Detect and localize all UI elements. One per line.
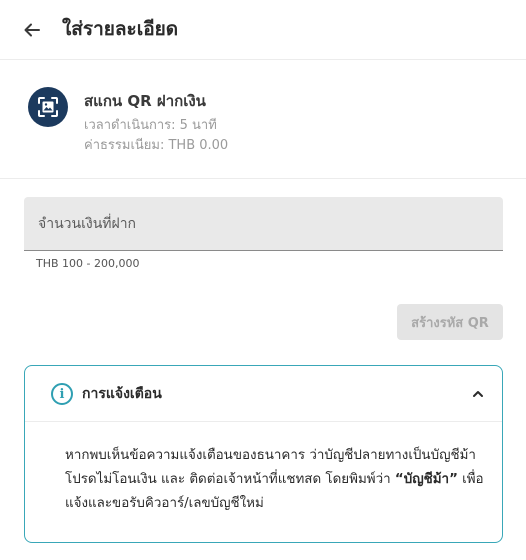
- create-qr-button[interactable]: สร้างรหัส QR: [397, 304, 503, 340]
- qr-scan-icon: [28, 87, 68, 127]
- notice-header[interactable]: i การแจ้งเตือน: [25, 366, 502, 422]
- page-header: ใส่รายละเอียด: [0, 0, 526, 60]
- processing-time: เวลาดำเนินการ: 5 นาที: [84, 118, 217, 133]
- info-icon: i: [51, 383, 73, 405]
- warning-notice: i การแจ้งเตือน หากพบเห็นข้อความแจ้งเตือน…: [24, 365, 503, 543]
- deposit-amount-input[interactable]: [24, 197, 503, 250]
- amount-range-hint: THB 100 - 200,000: [36, 257, 140, 270]
- deposit-amount-field[interactable]: [24, 197, 503, 251]
- method-name: สแกน QR ฝากเงิน: [84, 92, 206, 110]
- notice-title: การแจ้งเตือน: [82, 386, 162, 402]
- notice-body: หากพบเห็นข้อความแจ้งเตือนของธนาคาร ว่าบั…: [65, 444, 485, 516]
- notice-keyword: “บัญชีม้า”: [394, 472, 458, 487]
- page-title: ใส่รายละเอียด: [62, 18, 179, 40]
- chevron-up-icon[interactable]: [468, 384, 488, 404]
- arrow-left-icon: [24, 23, 40, 37]
- fee-text: ค่าธรรมเนียม: THB 0.00: [84, 138, 229, 153]
- back-button[interactable]: [18, 16, 46, 44]
- deposit-method-card: สแกน QR ฝากเงิน เวลาดำเนินการ: 5 นาที ค่…: [0, 61, 526, 179]
